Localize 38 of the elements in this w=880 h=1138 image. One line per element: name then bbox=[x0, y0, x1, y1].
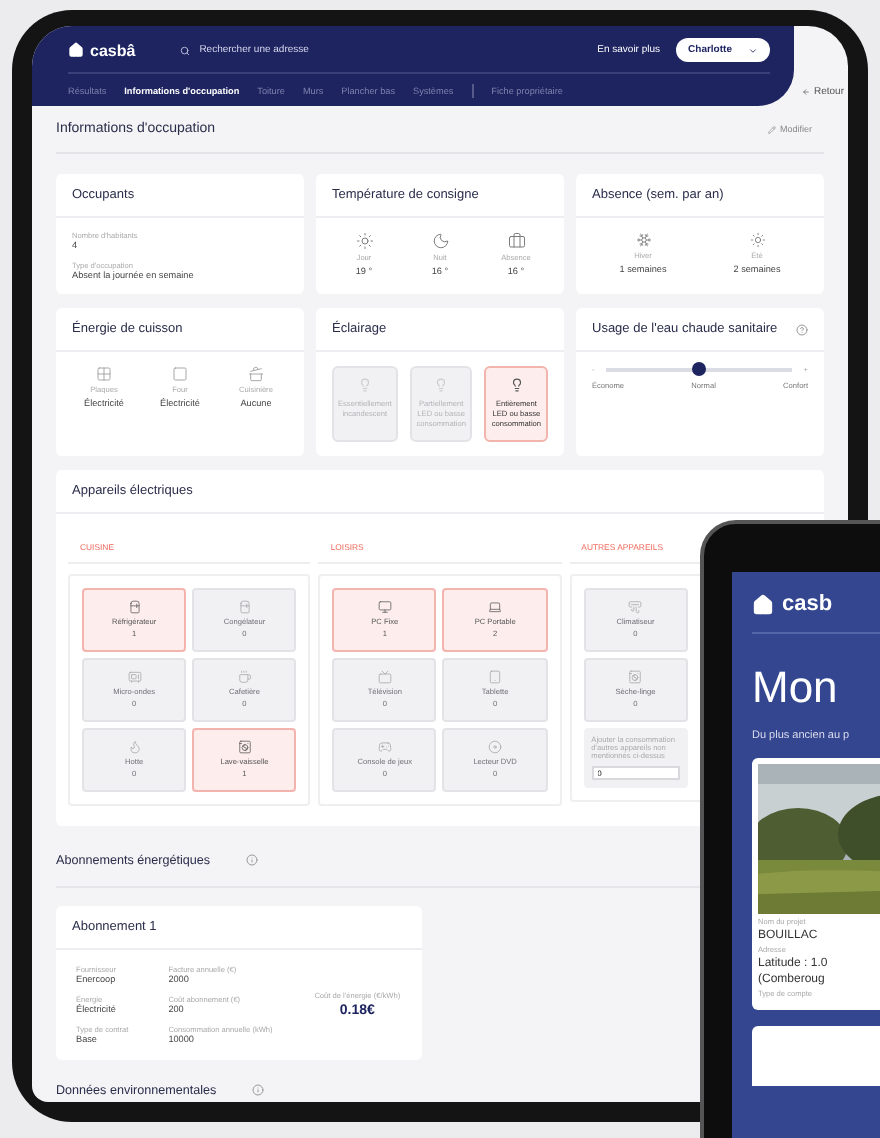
washing-machine-icon bbox=[628, 670, 643, 685]
caret-icon bbox=[747, 45, 758, 55]
house-icon bbox=[68, 42, 84, 58]
coffee-cup-icon bbox=[237, 670, 252, 685]
fridge-icon bbox=[127, 600, 142, 615]
help-icon[interactable] bbox=[796, 323, 808, 335]
suitcase-icon bbox=[507, 232, 525, 250]
monitor-icon bbox=[377, 600, 392, 615]
sun-icon bbox=[749, 232, 765, 248]
search-icon bbox=[179, 45, 190, 55]
pencil-icon bbox=[767, 125, 776, 133]
gamepad-icon bbox=[377, 740, 392, 755]
logo-text: casbâ bbox=[90, 41, 136, 59]
info-icon[interactable] bbox=[246, 854, 259, 867]
microwave-icon bbox=[127, 670, 142, 685]
phone-heading: Mon bbox=[752, 662, 840, 714]
info-icon[interactable] bbox=[252, 1084, 265, 1097]
moon-icon bbox=[431, 232, 449, 250]
washing-machine-icon bbox=[237, 740, 252, 755]
tablet-icon bbox=[488, 670, 503, 685]
air-vent-icon bbox=[628, 600, 643, 615]
hob-icon bbox=[96, 366, 112, 382]
tv-icon bbox=[377, 670, 392, 685]
logo-text: casb bbox=[782, 592, 833, 616]
lightbulb-icon bbox=[509, 378, 524, 392]
house-icon bbox=[752, 593, 774, 615]
laptop-icon bbox=[488, 600, 503, 615]
snowflake-icon bbox=[635, 232, 651, 248]
fridge-icon bbox=[237, 600, 252, 615]
sun-icon bbox=[355, 232, 373, 250]
lightbulb-icon bbox=[357, 378, 372, 392]
pot-icon bbox=[248, 366, 264, 382]
slider-thumb[interactable] bbox=[692, 362, 707, 377]
flame-icon bbox=[127, 740, 142, 755]
oven-icon bbox=[172, 366, 188, 382]
arrow-left-icon bbox=[801, 88, 810, 96]
disc-icon bbox=[488, 740, 503, 755]
lightbulb-icon bbox=[434, 378, 449, 392]
